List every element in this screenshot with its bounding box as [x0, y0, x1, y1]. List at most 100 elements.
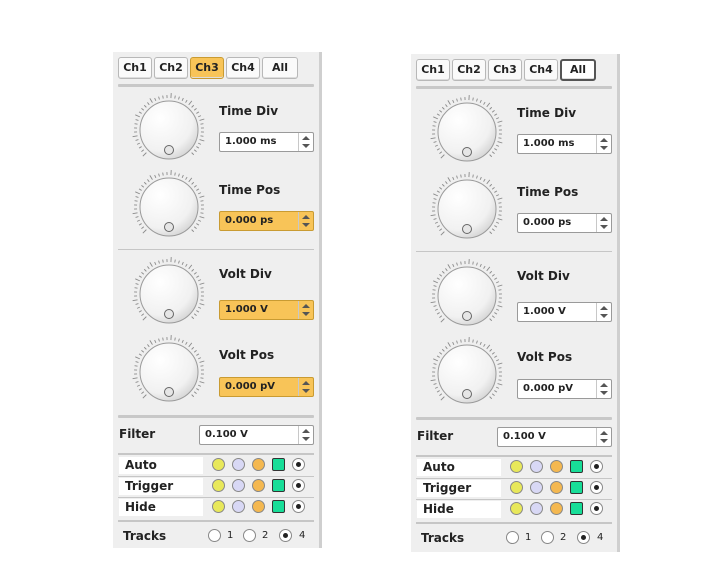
time-pos-knob[interactable] — [429, 171, 505, 247]
spin-up-icon[interactable] — [600, 383, 608, 387]
tracks-radio-1[interactable] — [506, 531, 519, 544]
trigger-ch1-swatch[interactable] — [510, 481, 523, 494]
knob-tick — [143, 104, 147, 108]
spin-down-icon[interactable] — [600, 225, 608, 229]
volt-div-input[interactable]: 1.000 V — [517, 302, 612, 322]
spin-down-icon[interactable] — [302, 144, 310, 148]
tab-ch4[interactable]: Ch4 — [226, 57, 260, 79]
spin-arrows[interactable] — [596, 303, 611, 321]
time-pos-input[interactable]: 0.000 ps — [219, 211, 314, 231]
tracks-radio-2[interactable] — [243, 529, 256, 542]
time-pos-input[interactable]: 0.000 ps — [517, 213, 612, 233]
spin-down-icon[interactable] — [600, 391, 608, 395]
trigger-radio[interactable] — [292, 479, 305, 492]
spin-arrows[interactable] — [596, 428, 611, 446]
trigger-ch1-swatch[interactable] — [212, 479, 225, 492]
tab-ch2[interactable]: Ch2 — [154, 57, 188, 79]
spin-down-icon[interactable] — [302, 223, 310, 227]
filter-input[interactable]: 0.100 V — [497, 427, 612, 447]
tab-ch1[interactable]: Ch1 — [416, 59, 450, 81]
auto-ch3-swatch[interactable] — [550, 460, 563, 473]
auto-ch4-swatch[interactable] — [570, 460, 583, 473]
spin-down-icon[interactable] — [302, 389, 310, 393]
auto-ch1-swatch[interactable] — [510, 460, 523, 473]
volt-pos-input[interactable]: 0.000 pV — [219, 377, 314, 397]
time-pos-knob[interactable] — [131, 169, 207, 245]
tab-ch1[interactable]: Ch1 — [118, 57, 152, 79]
volt-pos-knob[interactable] — [131, 334, 207, 410]
spin-down-icon[interactable] — [600, 439, 608, 443]
spin-up-icon[interactable] — [600, 306, 608, 310]
auto-ch1-swatch[interactable] — [212, 458, 225, 471]
trigger-ch2-swatch[interactable] — [530, 481, 543, 494]
spin-arrows[interactable] — [298, 212, 313, 230]
auto-ch3-swatch[interactable] — [252, 458, 265, 471]
spin-arrows[interactable] — [298, 378, 313, 396]
spin-arrows[interactable] — [596, 380, 611, 398]
spin-arrows[interactable] — [596, 135, 611, 153]
hide-ch4-swatch[interactable] — [272, 500, 285, 513]
spin-up-icon[interactable] — [302, 136, 310, 140]
auto-ch2-swatch[interactable] — [232, 458, 245, 471]
time-div-knob[interactable] — [429, 94, 505, 170]
spin-down-icon[interactable] — [600, 314, 608, 318]
filter-input[interactable]: 0.100 V — [199, 425, 314, 445]
tab-ch4[interactable]: Ch4 — [524, 59, 558, 81]
hide-radio[interactable] — [590, 502, 603, 515]
volt-div-input[interactable]: 1.000 V — [219, 300, 314, 320]
volt-pos-knob[interactable] — [429, 336, 505, 412]
volt-pos-input[interactable]: 0.000 pV — [517, 379, 612, 399]
auto-ch4-swatch[interactable] — [272, 458, 285, 471]
spin-up-icon[interactable] — [600, 138, 608, 142]
tab-all[interactable]: All — [560, 59, 596, 81]
knob-tick — [494, 113, 498, 116]
tracks-radio-4[interactable] — [577, 531, 590, 544]
hide-ch1-swatch[interactable] — [212, 500, 225, 513]
tracks-radio-2[interactable] — [541, 531, 554, 544]
knob-tick — [432, 367, 436, 369]
tab-ch2[interactable]: Ch2 — [452, 59, 486, 81]
tracks-radio-4[interactable] — [279, 529, 292, 542]
tab-ch3[interactable]: Ch3 — [190, 57, 224, 79]
knob-tick — [436, 190, 440, 193]
auto-radio[interactable] — [292, 458, 305, 471]
spin-arrows[interactable] — [298, 301, 313, 319]
auto-ch2-swatch[interactable] — [530, 460, 543, 473]
time-div-input[interactable]: 1.000 ms — [517, 134, 612, 154]
volt-div-knob[interactable] — [131, 256, 207, 332]
spin-down-icon[interactable] — [302, 437, 310, 441]
hide-ch2-swatch[interactable] — [232, 500, 245, 513]
knob-tick — [497, 383, 503, 386]
spin-up-icon[interactable] — [600, 431, 608, 435]
spin-arrows[interactable] — [298, 426, 313, 444]
trigger-ch4-swatch[interactable] — [272, 479, 285, 492]
spin-up-icon[interactable] — [302, 215, 310, 219]
hide-ch2-swatch[interactable] — [530, 502, 543, 515]
time-div-knob[interactable] — [131, 92, 207, 168]
spin-down-icon[interactable] — [302, 312, 310, 316]
spin-up-icon[interactable] — [302, 429, 310, 433]
auto-radio[interactable] — [590, 460, 603, 473]
time-div-input[interactable]: 1.000 ms — [219, 132, 314, 152]
hide-radio[interactable] — [292, 500, 305, 513]
tab-all[interactable]: All — [262, 57, 298, 79]
hide-ch4-swatch[interactable] — [570, 502, 583, 515]
trigger-ch3-swatch[interactable] — [550, 481, 563, 494]
spin-arrows[interactable] — [298, 133, 313, 151]
spin-down-icon[interactable] — [600, 146, 608, 150]
trigger-ch4-swatch[interactable] — [570, 481, 583, 494]
spin-arrows[interactable] — [596, 214, 611, 232]
tracks-radio-1[interactable] — [208, 529, 221, 542]
spin-up-icon[interactable] — [302, 381, 310, 385]
trigger-radio[interactable] — [590, 481, 603, 494]
trigger-ch3-swatch[interactable] — [252, 479, 265, 492]
trigger-ch2-swatch[interactable] — [232, 479, 245, 492]
hide-ch1-swatch[interactable] — [510, 502, 523, 515]
hide-ch3-swatch[interactable] — [252, 500, 265, 513]
tab-ch3[interactable]: Ch3 — [488, 59, 522, 81]
volt-div-knob[interactable] — [429, 258, 505, 334]
knob-tick — [141, 313, 145, 316]
spin-up-icon[interactable] — [600, 217, 608, 221]
spin-up-icon[interactable] — [302, 304, 310, 308]
hide-ch3-swatch[interactable] — [550, 502, 563, 515]
